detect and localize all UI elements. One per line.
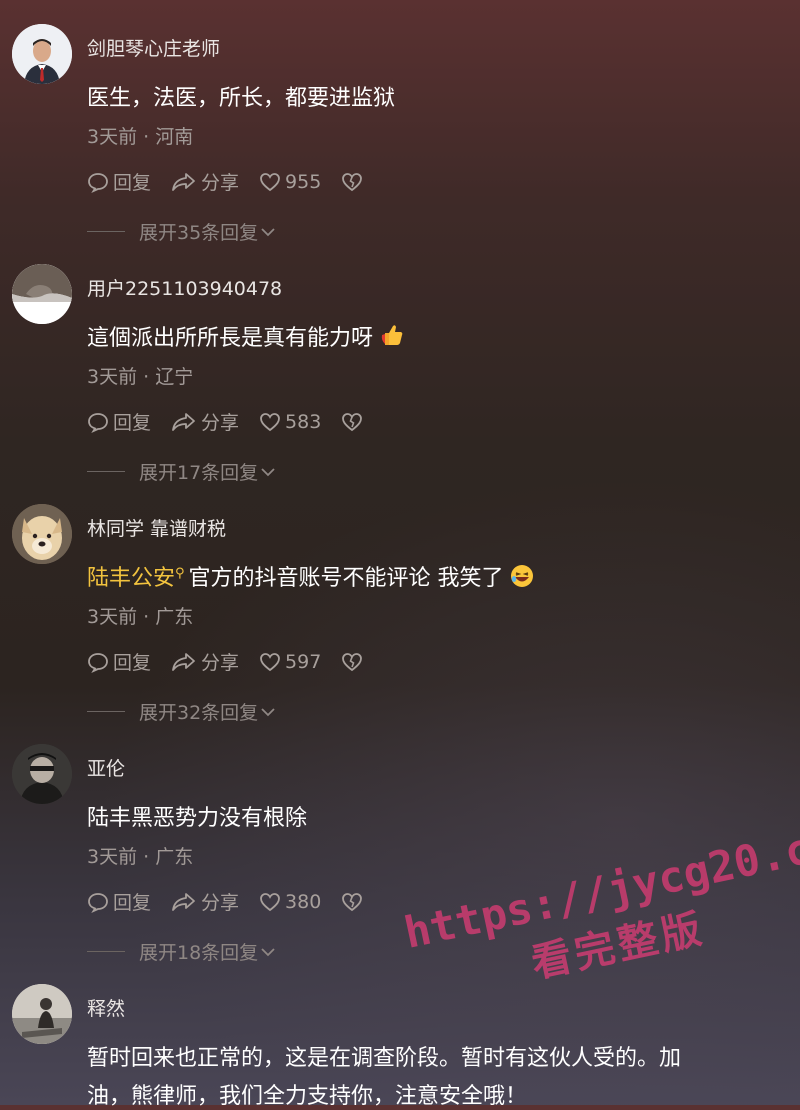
dislike-button[interactable] (341, 412, 367, 432)
avatar[interactable] (12, 504, 72, 564)
like-count: 380 (285, 890, 322, 913)
reply-button[interactable]: 回复 (87, 648, 151, 675)
username[interactable]: 林同学 靠谱财税 (87, 514, 226, 541)
reply-button[interactable]: 回复 (87, 168, 151, 195)
divider (87, 711, 125, 712)
search-icon: ⚲ (175, 566, 185, 581)
comment-actions: 回复 分享 583 (87, 408, 387, 435)
comment-meta: 3天前 · 河南 (87, 126, 194, 148)
share-button[interactable]: 分享 (171, 648, 239, 675)
expand-replies-button[interactable]: 展开35条回复 (87, 218, 276, 245)
chevron-down-icon (261, 947, 275, 956)
dislike-button[interactable] (341, 172, 367, 192)
share-button[interactable]: 分享 (171, 168, 239, 195)
share-icon (172, 652, 195, 671)
expand-replies-button[interactable]: 展开17条回复 (87, 458, 276, 485)
share-button[interactable]: 分享 (171, 408, 239, 435)
username[interactable]: 释然 (87, 994, 125, 1021)
reply-icon (88, 172, 108, 193)
expand-replies-button[interactable]: 展开18条回复 (87, 938, 276, 965)
comment-text: 這個派出所所長是真有能力呀 (87, 320, 405, 352)
avatar[interactable] (12, 264, 72, 324)
like-button[interactable]: 955 (259, 171, 321, 193)
comment-text: 陆丰公安⚲ 官方的抖音账号不能评论 我笑了 (87, 560, 534, 592)
heart-icon (260, 652, 280, 671)
comment-meta: 3天前 · 辽宁 (87, 366, 194, 388)
share-icon (172, 172, 195, 191)
divider (87, 231, 125, 232)
like-count: 955 (285, 170, 322, 193)
chevron-down-icon (261, 467, 275, 476)
broken-heart-icon (342, 652, 363, 671)
like-button[interactable]: 583 (259, 411, 321, 433)
mention-link[interactable]: 陆丰公安 (87, 566, 175, 591)
reply-icon (88, 892, 108, 913)
comment-actions: 回复 分享 597 (87, 648, 387, 675)
dislike-button[interactable] (341, 892, 367, 912)
username[interactable]: 亚伦 (87, 754, 125, 781)
comment-actions: 回复 分享 955 (87, 168, 387, 195)
expand-replies-button[interactable]: 展开32条回复 (87, 698, 276, 725)
username[interactable]: 用户2251103940478 (87, 274, 282, 301)
watermark-url: https://jycg20.com (400, 813, 800, 959)
divider (87, 471, 125, 472)
reply-icon (88, 652, 108, 673)
broken-heart-icon (342, 172, 363, 191)
share-button[interactable]: 分享 (171, 888, 239, 915)
heart-icon (260, 892, 280, 911)
watermark-subtitle: 看完整版 (527, 905, 710, 988)
comment-meta: 3天前 · 广东 (87, 606, 194, 628)
heart-icon (260, 172, 280, 191)
divider (87, 951, 125, 952)
comment-text-line-2: 油，熊律师，我们全力支持你，注意安全哦！ (87, 1084, 528, 1109)
laughing-face-emoji-icon (510, 565, 533, 587)
dislike-button[interactable] (341, 652, 367, 672)
broken-heart-icon (342, 892, 363, 911)
like-count: 597 (285, 650, 322, 673)
username[interactable]: 剑胆琴心庄老师 (87, 34, 220, 61)
avatar[interactable] (12, 984, 72, 1044)
comment-text: 医生，法医，所长，都要进监狱 (87, 86, 396, 111)
broken-heart-icon (342, 412, 363, 431)
watermark: https://jycg20.com 看完整版 (400, 813, 800, 1014)
chevron-down-icon (261, 227, 275, 236)
avatar[interactable] (12, 24, 72, 84)
comment-meta: 3天前 · 广东 (87, 846, 194, 868)
like-button[interactable]: 597 (259, 651, 321, 673)
comment-actions: 回复 分享 380 (87, 888, 387, 915)
thumbs-up-emoji-icon (381, 325, 403, 345)
comment-text-line-1: 暂时回来也正常的，这是在调查阶段。暂时有这伙人受的。加 (87, 1046, 682, 1071)
heart-icon (260, 412, 280, 431)
chevron-down-icon (261, 707, 275, 716)
share-icon (172, 892, 195, 911)
comment-text: 陆丰黑恶势力没有根除 (87, 806, 308, 831)
reply-button[interactable]: 回复 (87, 408, 151, 435)
reply-icon (88, 412, 108, 433)
reply-button[interactable]: 回复 (87, 888, 151, 915)
like-button[interactable]: 380 (259, 891, 321, 913)
share-icon (172, 412, 195, 431)
like-count: 583 (285, 410, 322, 433)
avatar[interactable] (12, 744, 72, 804)
